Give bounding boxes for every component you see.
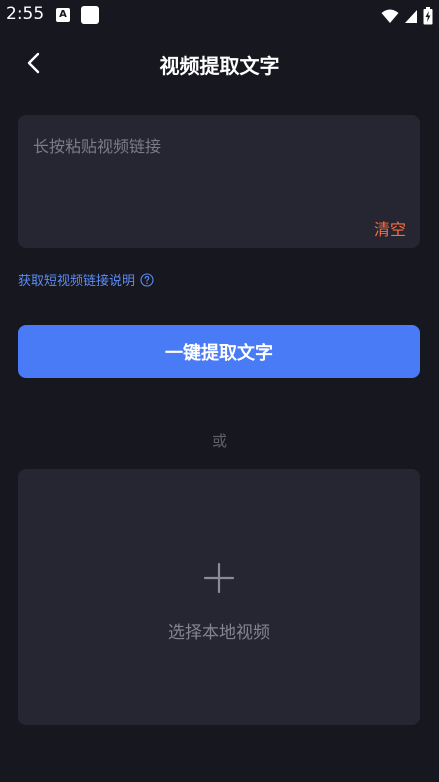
status-bar: 2:55 A: [0, 0, 439, 30]
battery-charging-icon: [423, 6, 433, 24]
nav-bar: 视频提取文字: [0, 40, 439, 86]
video-link-input[interactable]: [33, 133, 403, 213]
status-time: 2:55: [6, 4, 45, 24]
clear-button[interactable]: 清空: [374, 216, 406, 240]
question-circle-icon: [140, 272, 154, 287]
local-video-label: 选择本地视频: [168, 623, 270, 643]
link-help[interactable]: 获取短视频链接说明: [18, 270, 154, 289]
signal-icon: [404, 9, 417, 23]
plus-icon: [203, 562, 235, 594]
help-link-label: 获取短视频链接说明: [18, 274, 136, 289]
link-input-box: 清空: [18, 115, 420, 248]
or-divider: 或: [211, 432, 227, 450]
wifi-icon: [381, 9, 399, 23]
select-local-video-button[interactable]: 选择本地视频: [18, 469, 420, 725]
status-icons: [381, 5, 433, 25]
page-title: 视频提取文字: [159, 54, 280, 78]
extract-text-button[interactable]: 一键提取文字: [18, 325, 420, 378]
app-notification-square-icon: [81, 6, 99, 24]
app-notification-icon: A: [56, 8, 70, 22]
